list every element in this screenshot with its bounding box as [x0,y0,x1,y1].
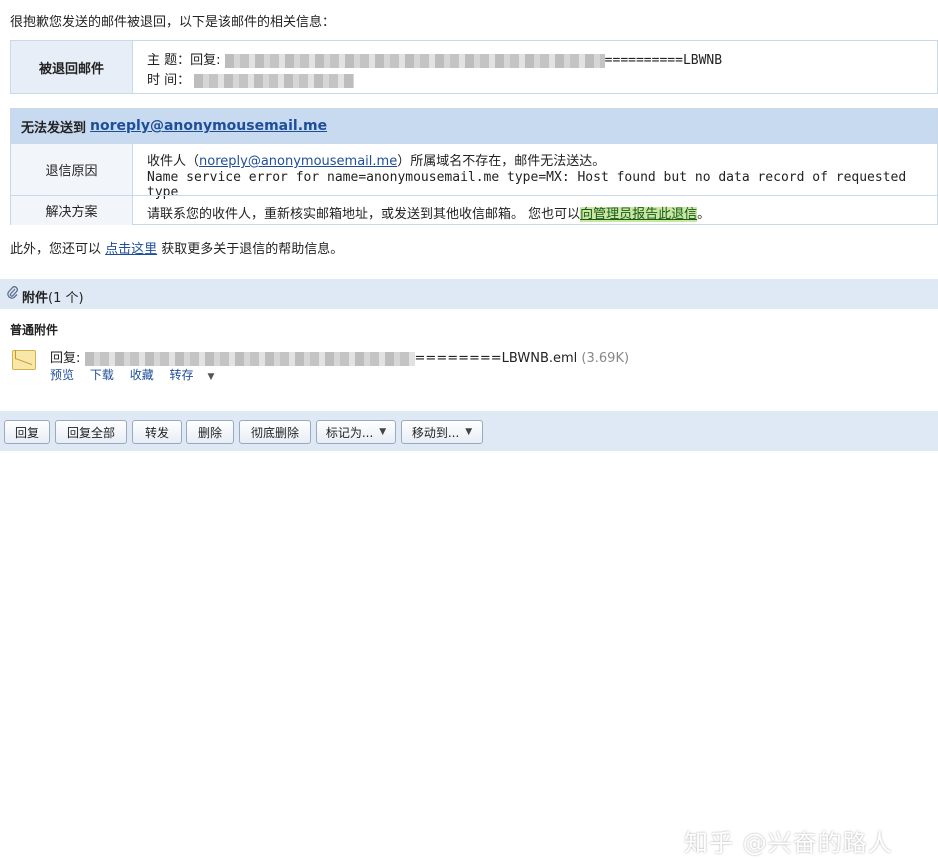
reason-row: 退信原因 收件人（noreply@anonymousemail.me）所属域名不… [11,143,937,200]
attachment-file[interactable]: 回复: ========LBWNB.eml (3.69K) [50,347,629,366]
redacted-filename [84,351,415,366]
reply-all-label: 回复全部 [66,425,115,440]
help-link[interactable]: 点击这里 [105,242,157,257]
mark-as-label: 标记为... [325,425,374,440]
bounced-mail-table: 被退回邮件 主 题：回复: ==========LBWNB 时 间： [10,40,938,94]
reply-label: 回复 [14,425,39,440]
solution-text: 请联系您的收件人，重新核实邮箱地址，或发送到其他收信邮箱。 您也可以 [147,207,581,222]
bounced-mail-label: 被退回邮件 [11,41,133,93]
chevron-down-icon: ▼ [207,372,215,382]
report-admin-link[interactable]: 向管理员报告此退信 [580,207,698,222]
redacted-time [194,73,355,88]
permanent-delete-button[interactable]: 彻底删除 [239,420,311,444]
chevron-down-icon: ▼ [379,427,387,437]
solution-end: 。 [697,207,711,222]
redacted-subject [224,53,605,68]
save-to-link[interactable]: 转存 ▼ [170,368,227,382]
reason-prefix: 收件人（ [147,154,200,169]
subject-suffix: ==========LBWNB [604,53,723,68]
save-to-label: 转存 [169,368,194,382]
bounce-intro: 很抱歉您发送的邮件被退回，以下是该邮件的相关信息： [10,15,336,30]
move-to-button[interactable]: 移动到... ▼ [401,420,483,444]
time-row: 时 间： [147,69,355,88]
attachment-bar: 附件(1 个) [0,279,938,309]
forward-label: 转发 [144,425,169,440]
delete-label: 删除 [197,425,222,440]
file-suffix: ========LBWNB.eml [414,351,578,366]
solution-row: 解决方案 请联系您的收件人，重新核实邮箱地址，或发送到其他收信邮箱。 您也可以向… [11,195,937,225]
failure-table: 无法发送到 noreply@anonymousemail.me 退信原因 收件人… [10,108,938,225]
paperclip-icon [7,286,19,304]
reply-button[interactable]: 回复 [4,420,50,444]
subject-prefix: 回复: [190,53,221,68]
reply-all-button[interactable]: 回复全部 [55,420,127,444]
preview-link[interactable]: 预览 [50,368,74,382]
solution-text-wrap: 请联系您的收件人，重新核实邮箱地址，或发送到其他收信邮箱。 您也可以向管理员报告… [147,203,710,222]
regular-attachments-heading: 普通附件 [10,323,59,337]
watermark: 知乎 @兴奋的路人 [684,829,893,857]
subject-label: 主 题： [147,53,191,68]
attachment-actions: 预览 下载 收藏 转存 ▼ [50,366,238,383]
permanent-delete-label: 彻底删除 [250,425,299,440]
file-size: (3.69K) [581,351,630,366]
attachment-title-wrap: 附件(1 个) [22,287,84,306]
move-to-label: 移动到... [411,425,460,440]
chevron-down-icon: ▼ [465,427,473,437]
failure-title: 无法发送到 [21,120,87,136]
recipient-link[interactable]: noreply@anonymousemail.me [199,154,397,169]
download-link[interactable]: 下载 [90,368,114,382]
extra-prefix: 此外，您还可以 [10,242,106,257]
attachment-title: 附件 [22,291,49,306]
extra-help: 此外，您还可以 点击这里 获取更多关于退信的帮助信息。 [10,238,343,257]
reason-suffix: ）所属域名不存在，邮件无法送达。 [397,154,606,169]
time-label: 时 间： [147,73,191,88]
delete-button[interactable]: 删除 [186,420,234,444]
reason-label: 退信原因 [11,144,133,195]
failure-header: 无法发送到 noreply@anonymousemail.me [11,109,937,143]
reason-line1: 收件人（noreply@anonymousemail.me）所属域名不存在，邮件… [147,150,605,169]
extra-suffix: 获取更多关于退信的帮助信息。 [157,242,344,257]
bottom-toolbar: 回复 回复全部 转发 删除 彻底删除 标记为... ▼ 移动到... ▼ 知乎 @兴… [0,411,938,857]
file-prefix: 回复: [50,351,81,366]
favorite-link[interactable]: 收藏 [130,368,154,382]
forward-button[interactable]: 转发 [132,420,182,444]
solution-label: 解决方案 [11,196,133,225]
failed-address-link[interactable]: noreply@anonymousemail.me [90,118,327,134]
mark-as-button[interactable]: 标记为... ▼ [316,420,396,444]
email-file-icon [12,350,36,370]
attachment-count: (1 个) [48,291,84,306]
subject-row: 主 题：回复: ==========LBWNB [147,49,722,68]
